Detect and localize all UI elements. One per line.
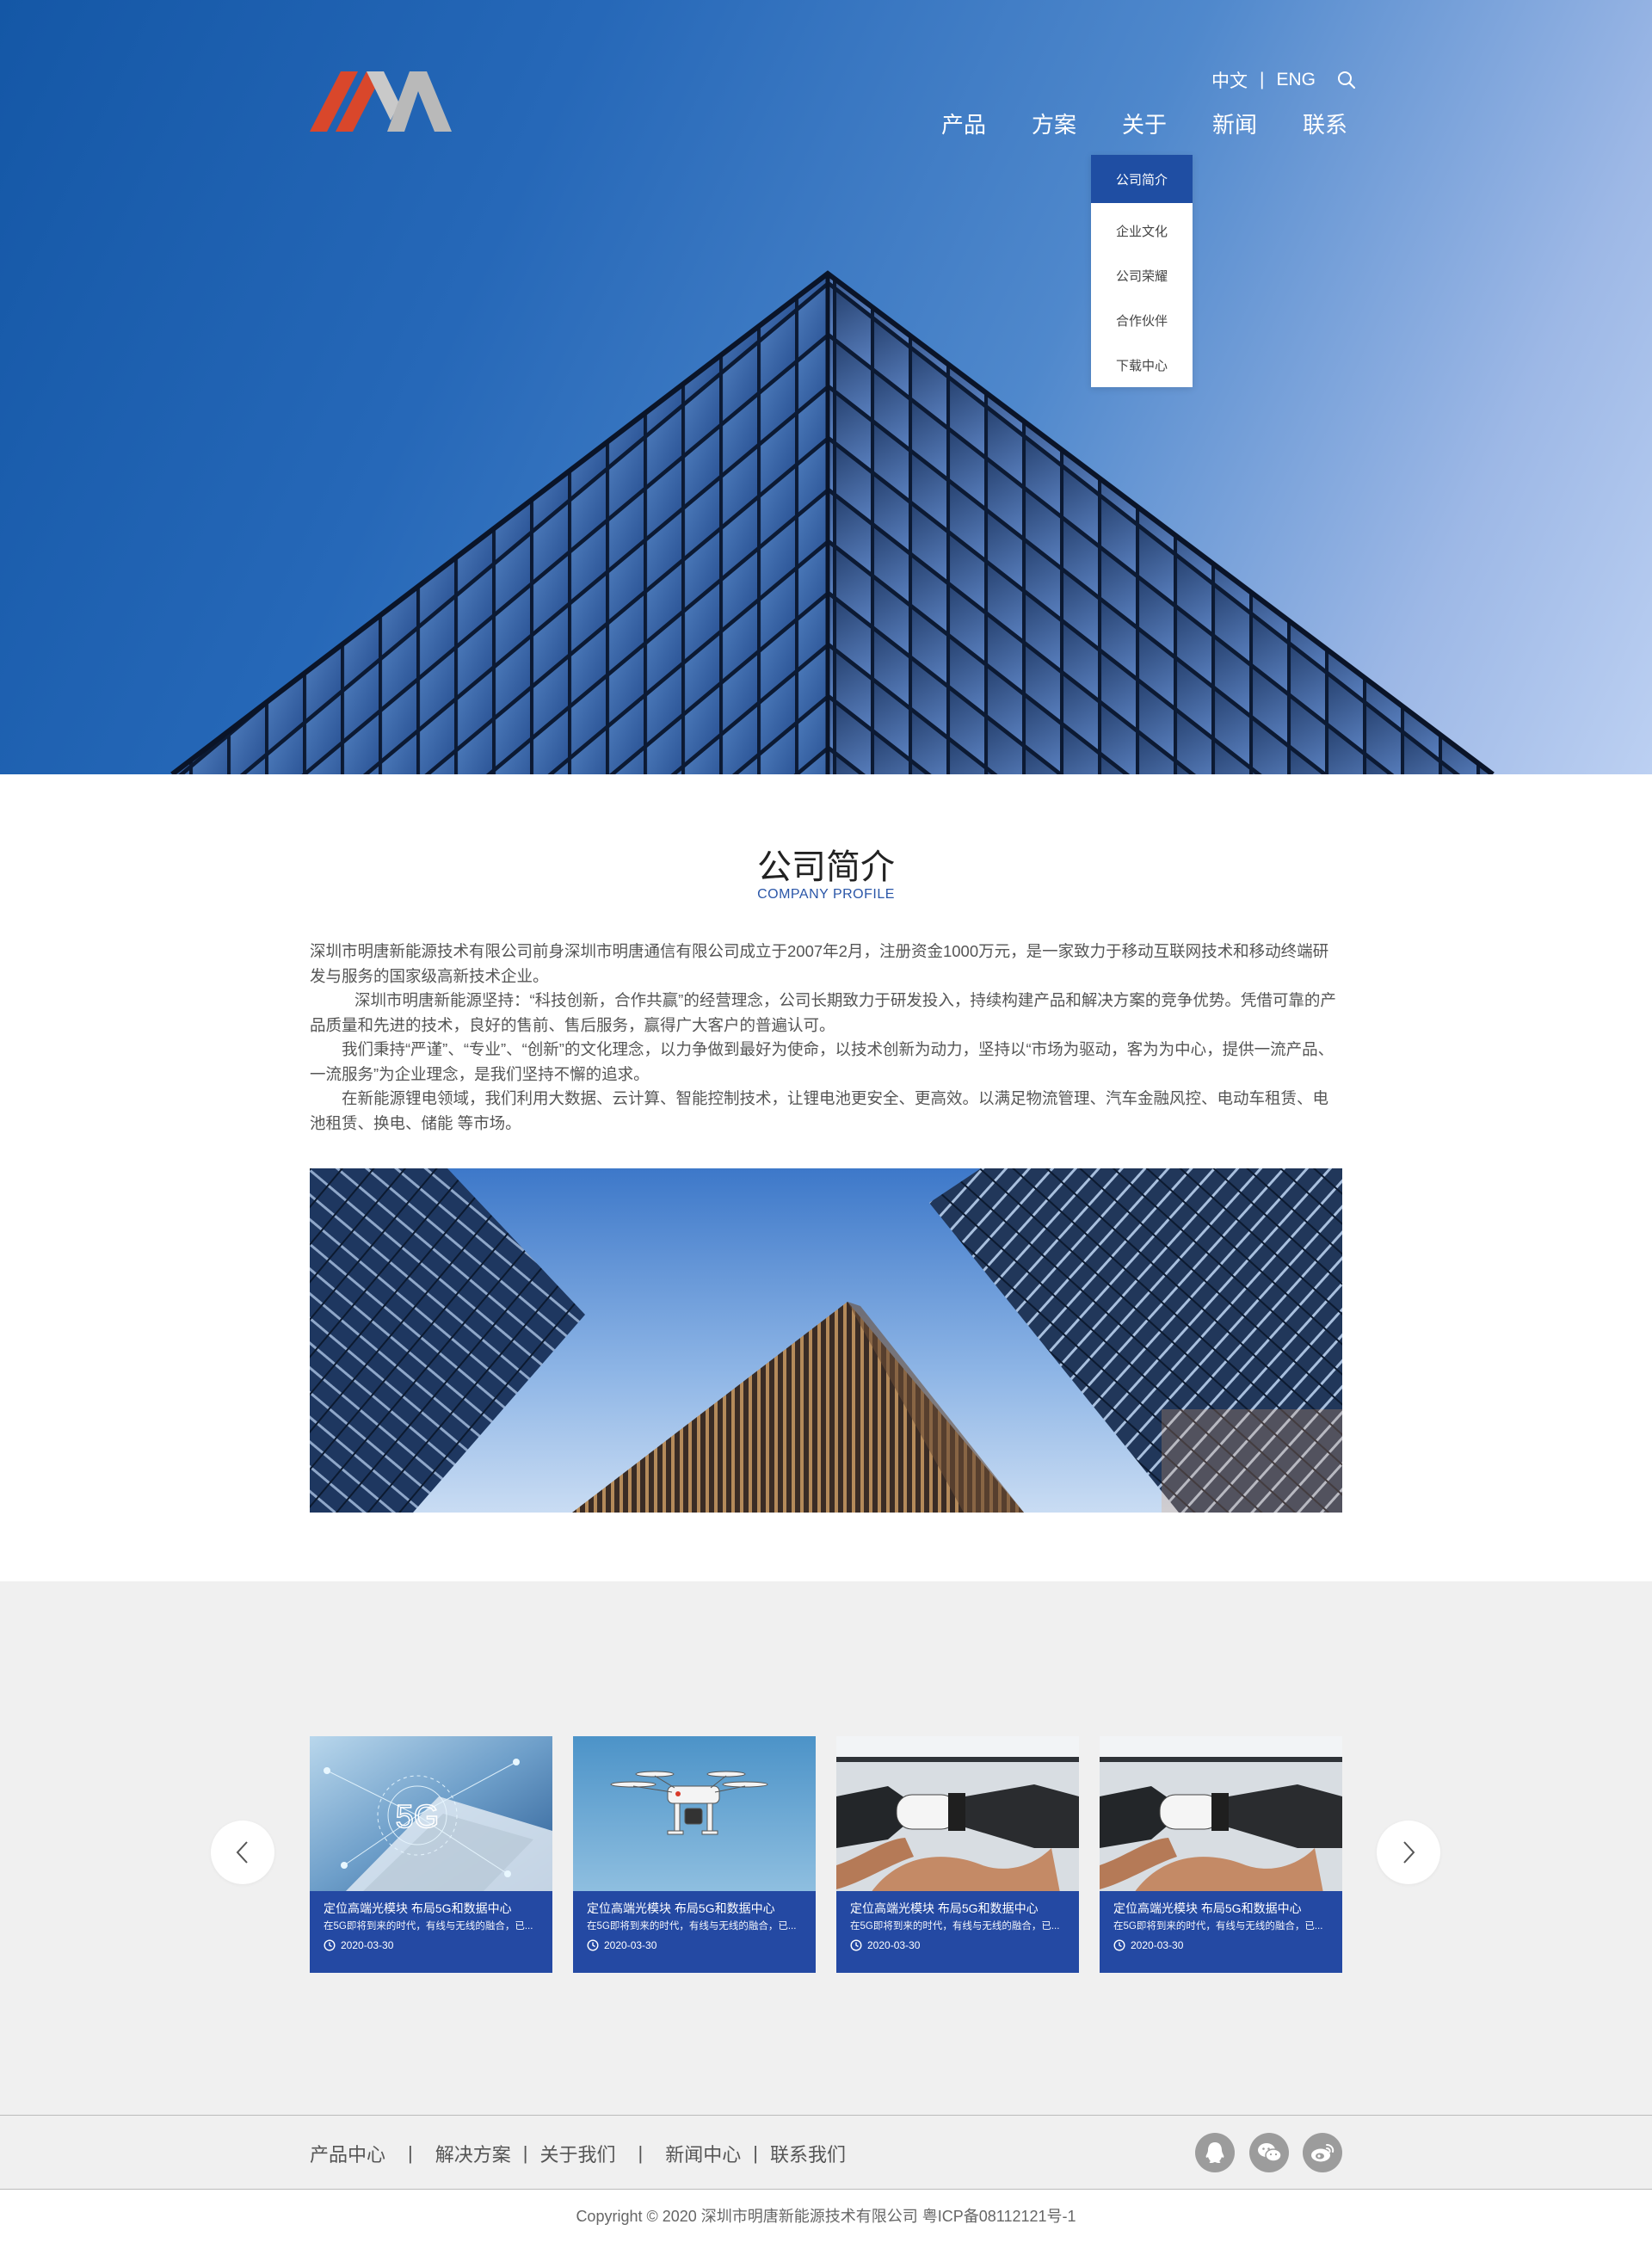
news-card-date: 2020-03-30 <box>324 1936 539 1955</box>
about-paragraph: 深圳市明唐新能源技术有限公司前身深圳市明唐通信有限公司成立于2007年2月，注册… <box>310 942 1329 985</box>
about-dropdown-menu: 公司简介 企业文化 公司荣耀 合作伙伴 下载中心 <box>1091 155 1193 387</box>
footer-link-news[interactable]: 新闻中心 <box>665 2140 741 2167</box>
footer-separator: | <box>638 2142 644 2164</box>
clock-icon <box>587 1939 599 1951</box>
news-card-date: 2020-03-30 <box>587 1936 802 1955</box>
news-thumb-5g: 5G <box>310 1736 552 1893</box>
carousel-next-button[interactable] <box>1377 1821 1440 1884</box>
news-card[interactable]: 5G 定位高端光模块 布局5G和数据中心 在5G即将到来的时代，有线与无线的融合… <box>310 1736 552 1973</box>
news-card-desc: 在5G即将到来的时代，有线与无线的融合，已... <box>587 1921 797 1932</box>
section-subtitle: COMPANY PROFILE <box>757 887 895 902</box>
news-card-desc: 在5G即将到来的时代，有线与无线的融合，已... <box>1113 1921 1323 1932</box>
news-thumb-charger <box>1100 1736 1342 1893</box>
dropdown-item-partners[interactable]: 合作伙伴 <box>1091 298 1193 342</box>
section-title: 公司简介 <box>757 848 895 886</box>
hero-banner: 中文 | ENG 产品 方案 关于 新闻 联系 公司简介 企业文化 公司荣耀 合… <box>0 0 1652 774</box>
chevron-left-icon <box>236 1841 248 1864</box>
dropdown-item-culture[interactable]: 企业文化 <box>1091 208 1193 253</box>
carousel-prev-button[interactable] <box>211 1821 274 1884</box>
news-card-title: 定位高端光模块 布局5G和数据中心 <box>587 1901 775 1915</box>
news-card-desc: 在5G即将到来的时代，有线与无线的融合，已... <box>850 1921 1060 1932</box>
news-card-date: 2020-03-30 <box>1113 1936 1328 1955</box>
dropdown-item-honors[interactable]: 公司荣耀 <box>1091 253 1193 298</box>
main-nav: 产品 方案 关于 新闻 联系 <box>941 108 1393 139</box>
news-card[interactable]: 定位高端光模块 布局5G和数据中心 在5G即将到来的时代，有线与无线的融合，已.… <box>573 1736 816 1973</box>
footer-link-solutions[interactable]: 解决方案 <box>435 2140 511 2167</box>
news-card-date: 2020-03-30 <box>850 1936 1065 1955</box>
footer-separator: | <box>753 2142 758 2164</box>
nav-news[interactable]: 新闻 <box>1212 108 1303 139</box>
news-card-date-text: 2020-03-30 <box>1131 1939 1184 1951</box>
lang-en-link[interactable]: ENG <box>1276 70 1316 90</box>
nav-about[interactable]: 关于 <box>1122 108 1212 139</box>
lang-cn-link[interactable]: 中文 <box>1211 67 1248 93</box>
news-card[interactable]: 定位高端光模块 布局5G和数据中心 在5G即将到来的时代，有线与无线的融合，已.… <box>1100 1736 1342 1973</box>
clock-icon <box>850 1939 862 1951</box>
news-card-date-text: 2020-03-30 <box>867 1939 921 1951</box>
about-buildings-image <box>310 1168 1342 1513</box>
weibo-icon[interactable] <box>1303 2133 1342 2172</box>
chevron-right-icon <box>1403 1841 1415 1864</box>
clock-icon <box>1113 1939 1125 1951</box>
news-card-title: 定位高端光模块 布局5G和数据中心 <box>324 1901 512 1915</box>
footer-separator: | <box>522 2142 528 2164</box>
lang-separator: | <box>1260 70 1265 89</box>
footer-link-about[interactable]: 关于我们 <box>539 2140 615 2167</box>
language-switch: 中文 | ENG <box>1211 67 1357 93</box>
news-card-info: 定位高端光模块 布局5G和数据中心 在5G即将到来的时代，有线与无线的融合，已.… <box>573 1891 816 1973</box>
dropdown-item-downloads[interactable]: 下载中心 <box>1091 342 1193 387</box>
footer-separator: | <box>408 2142 413 2164</box>
news-card-info: 定位高端光模块 布局5G和数据中心 在5G即将到来的时代，有线与无线的融合，已.… <box>310 1891 552 1973</box>
wechat-icon[interactable] <box>1249 2133 1289 2172</box>
news-thumb-charger <box>836 1736 1079 1893</box>
news-card-title: 定位高端光模块 布局5G和数据中心 <box>1113 1901 1302 1915</box>
news-card[interactable]: 定位高端光模块 布局5G和数据中心 在5G即将到来的时代，有线与无线的融合，已.… <box>836 1736 1079 1973</box>
company-logo[interactable] <box>310 67 452 136</box>
footer-link-products[interactable]: 产品中心 <box>310 2140 385 2167</box>
news-thumb-drone <box>573 1736 816 1893</box>
qq-icon[interactable] <box>1195 2133 1235 2172</box>
about-paragraph: 在新能源锂电领域，我们利用大数据、云计算、智能控制技术，让锂电池更安全、更高效。… <box>310 1089 1329 1132</box>
news-card-title: 定位高端光模块 布局5G和数据中心 <box>850 1901 1039 1915</box>
news-section: 5G 定位高端光模块 布局5G和数据中心 在5G即将到来的时代，有线与无线的融合… <box>0 1581 1652 2115</box>
clock-icon <box>324 1939 336 1951</box>
search-icon[interactable] <box>1336 70 1357 90</box>
about-paragraph: 深圳市明唐新能源坚持：“科技创新，合作共赢”的经营理念，公司长期致力于研发投入，… <box>310 991 1336 1034</box>
about-text: 深圳市明唐新能源技术有限公司前身深圳市明唐通信有限公司成立于2007年2月，注册… <box>310 940 1342 1136</box>
footer-nav-bar: 产品中心 | 解决方案 | 关于我们 | 新闻中心 | 联系我们 <box>0 2115 1652 2190</box>
badge-5g-text: 5G <box>396 1799 440 1835</box>
footer-links: 产品中心 | 解决方案 | 关于我们 | 新闻中心 | 联系我们 <box>310 2140 846 2167</box>
news-card-desc: 在5G即将到来的时代，有线与无线的融合，已... <box>324 1921 533 1932</box>
about-paragraph: 我们秉持“严谨”、“专业”、“创新”的文化理念，以力争做到最好为使命，以技术创新… <box>310 1040 1335 1083</box>
news-card-date-text: 2020-03-30 <box>604 1939 657 1951</box>
nav-solutions[interactable]: 方案 <box>1032 108 1122 139</box>
nav-products[interactable]: 产品 <box>941 108 1032 139</box>
news-card-info: 定位高端光模块 布局5G和数据中心 在5G即将到来的时代，有线与无线的融合，已.… <box>1100 1891 1342 1973</box>
copyright-text: Copyright © 2020 深圳市明唐新能源技术有限公司 粤ICP备081… <box>576 2208 1076 2225</box>
news-card-date-text: 2020-03-30 <box>341 1939 394 1951</box>
nav-contact[interactable]: 联系 <box>1303 108 1393 139</box>
footer-link-contact[interactable]: 联系我们 <box>770 2140 846 2167</box>
news-card-info: 定位高端光模块 布局5G和数据中心 在5G即将到来的时代，有线与无线的融合，已.… <box>836 1891 1079 1973</box>
hero-building-image <box>170 270 1495 774</box>
dropdown-item-profile[interactable]: 公司简介 <box>1091 155 1193 203</box>
